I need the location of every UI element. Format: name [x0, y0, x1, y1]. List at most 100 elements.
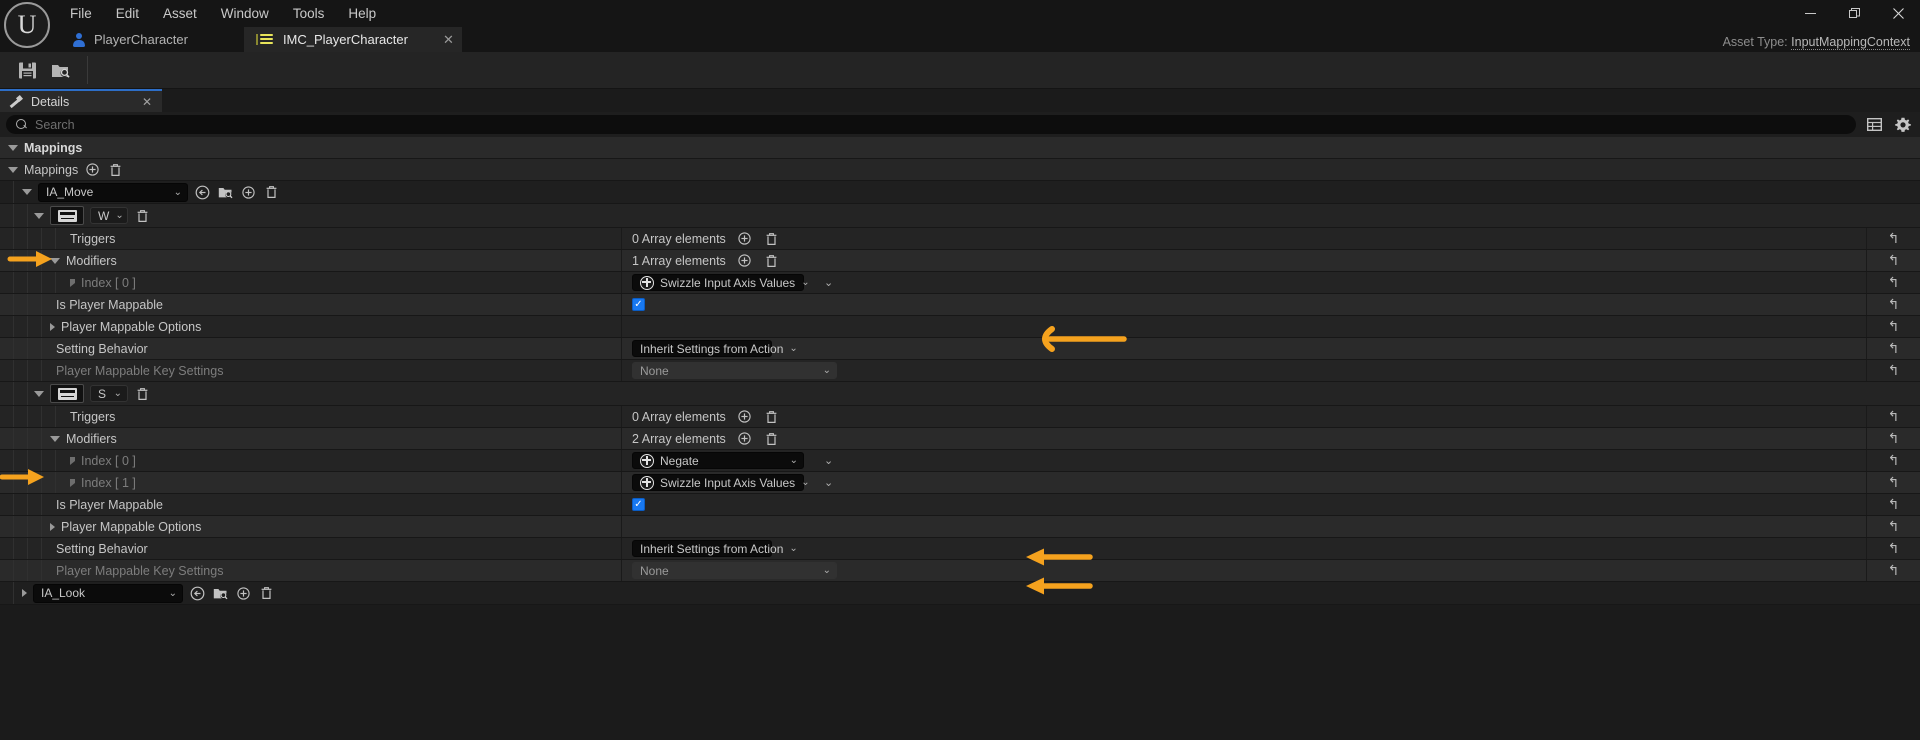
open-asset-button[interactable]: [212, 585, 229, 602]
setting-behavior-selector[interactable]: Inherit Settings from Action ⌄: [632, 340, 798, 357]
browse-content-button[interactable]: [44, 55, 78, 85]
triggers-row[interactable]: Triggers 0 Array elements ↰: [0, 228, 1920, 250]
setting-behavior-selector[interactable]: Inherit Settings from Action ⌄: [632, 540, 798, 557]
modifier-dropdown-button[interactable]: ⌄: [824, 276, 833, 289]
is-player-mappable-row[interactable]: Is Player Mappable ✓ ↰: [0, 294, 1920, 316]
modifier-index-0-b[interactable]: Index [ 0 ] Negate ⌄ ⌄ ↰: [0, 450, 1920, 472]
is-player-mappable-row-2[interactable]: Is Player Mappable ✓ ↰: [0, 494, 1920, 516]
asset-type-value[interactable]: InputMappingContext: [1791, 35, 1910, 50]
modifier-class-selector[interactable]: Negate ⌄: [632, 452, 804, 469]
revert-button[interactable]: ↰: [1866, 516, 1920, 537]
menu-file[interactable]: File: [58, 3, 104, 24]
save-button[interactable]: [10, 55, 44, 85]
tab-details[interactable]: Details ✕: [0, 89, 162, 112]
is-player-mappable-checkbox[interactable]: ✓: [632, 298, 645, 311]
array-header-mappings[interactable]: Mappings: [0, 159, 1920, 181]
key-selector-s[interactable]: S ⌄: [90, 385, 128, 402]
revert-button[interactable]: ↰: [1866, 294, 1920, 315]
modifier-class-selector[interactable]: Swizzle Input Axis Values ⌄: [632, 274, 810, 291]
key-selector-w[interactable]: W ⌄: [90, 207, 128, 224]
setting-behavior-row-2[interactable]: Setting Behavior Inherit Settings from A…: [0, 538, 1920, 560]
delete-mapping-entry-button[interactable]: [258, 585, 275, 602]
chevron-right-icon[interactable]: [70, 278, 75, 287]
clear-mappings-button[interactable]: [107, 161, 124, 178]
browse-to-asset-button[interactable]: [194, 184, 211, 201]
ia-look-asset-row[interactable]: IA_Look ⌄: [0, 582, 1920, 605]
revert-button[interactable]: ↰: [1866, 360, 1920, 381]
revert-button[interactable]: ↰: [1866, 250, 1920, 271]
add-mapping-entry-button[interactable]: [235, 585, 252, 602]
settings-button[interactable]: [1892, 114, 1914, 136]
is-player-mappable-checkbox[interactable]: ✓: [632, 498, 645, 511]
modifier-index-1-b[interactable]: Index [ 1 ] Swizzle Input Axis Values ⌄ …: [0, 472, 1920, 494]
revert-button[interactable]: ↰: [1866, 338, 1920, 359]
player-mappable-options-row-2[interactable]: Player Mappable Options ↰: [0, 516, 1920, 538]
details-tab-close-button[interactable]: ✕: [142, 95, 152, 109]
chevron-right-icon[interactable]: [70, 456, 75, 465]
menu-edit[interactable]: Edit: [104, 3, 151, 24]
add-mapping-button[interactable]: [84, 161, 101, 178]
menu-window[interactable]: Window: [209, 3, 281, 24]
category-mappings[interactable]: Mappings: [0, 137, 1920, 159]
minimize-button[interactable]: [1788, 0, 1832, 27]
clear-triggers-button[interactable]: [763, 408, 780, 425]
tab-close-button[interactable]: ✕: [443, 32, 454, 48]
tab-player-character[interactable]: PlayerCharacter: [58, 27, 202, 52]
view-options-button[interactable]: [1863, 114, 1885, 136]
key-capture-button[interactable]: [50, 384, 84, 403]
browse-to-asset-button[interactable]: [189, 585, 206, 602]
chevron-down-icon[interactable]: [22, 189, 32, 195]
chevron-down-icon[interactable]: [8, 166, 18, 173]
modifier-dropdown-button[interactable]: ⌄: [824, 454, 833, 467]
input-action-selector[interactable]: IA_Look ⌄: [33, 583, 183, 603]
revert-button[interactable]: ↰: [1866, 472, 1920, 493]
delete-mapping-entry-button[interactable]: [263, 184, 280, 201]
menu-tools[interactable]: Tools: [281, 3, 337, 24]
chevron-down-icon[interactable]: [50, 435, 60, 442]
triggers-row-2[interactable]: Triggers 0 Array elements ↰: [0, 406, 1920, 428]
maximize-button[interactable]: [1832, 0, 1876, 27]
chevron-right-icon[interactable]: [50, 322, 55, 331]
key-binding-s[interactable]: S ⌄: [0, 382, 1920, 406]
revert-button[interactable]: ↰: [1866, 228, 1920, 249]
clear-modifiers-button[interactable]: [763, 430, 780, 447]
revert-button[interactable]: ↰: [1866, 406, 1920, 427]
delete-key-binding-button[interactable]: [134, 207, 151, 224]
tab-imc-player-character[interactable]: IMC_PlayerCharacter ✕: [243, 27, 462, 52]
chevron-down-icon[interactable]: [8, 144, 18, 151]
chevron-down-icon[interactable]: [50, 257, 60, 264]
chevron-right-icon[interactable]: [50, 522, 55, 531]
menu-help[interactable]: Help: [336, 3, 388, 24]
add-mapping-entry-button[interactable]: [240, 184, 257, 201]
delete-key-binding-button[interactable]: [134, 385, 151, 402]
chevron-down-icon[interactable]: [34, 212, 44, 219]
revert-button[interactable]: ↰: [1866, 316, 1920, 337]
search-input[interactable]: Search: [6, 115, 1856, 134]
modifiers-row-2[interactable]: Modifiers 2 Array elements ↰: [0, 428, 1920, 450]
modifier-index-0[interactable]: Index [ 0 ] Swizzle Input Axis Values ⌄ …: [0, 272, 1920, 294]
open-asset-button[interactable]: [217, 184, 234, 201]
revert-button[interactable]: ↰: [1866, 538, 1920, 559]
input-action-selector[interactable]: IA_Move ⌄: [38, 182, 188, 202]
add-modifier-button[interactable]: [736, 252, 753, 269]
ia-move-asset-row[interactable]: IA_Move ⌄: [0, 181, 1920, 204]
revert-button[interactable]: ↰: [1866, 428, 1920, 449]
modifier-dropdown-button[interactable]: ⌄: [824, 476, 833, 489]
chevron-down-icon[interactable]: [34, 390, 44, 397]
chevron-right-icon[interactable]: [22, 589, 27, 597]
clear-modifiers-button[interactable]: [763, 252, 780, 269]
add-trigger-button[interactable]: [736, 230, 753, 247]
revert-button[interactable]: ↰: [1866, 272, 1920, 293]
revert-button[interactable]: ↰: [1866, 494, 1920, 515]
chevron-right-icon[interactable]: [70, 478, 75, 487]
player-mappable-options-row[interactable]: Player Mappable Options ↰: [0, 316, 1920, 338]
revert-button[interactable]: ↰: [1866, 560, 1920, 581]
menu-asset[interactable]: Asset: [151, 3, 209, 24]
clear-triggers-button[interactable]: [763, 230, 780, 247]
modifiers-row[interactable]: Modifiers 1 Array elements ↰: [0, 250, 1920, 272]
revert-button[interactable]: ↰: [1866, 450, 1920, 471]
add-modifier-button[interactable]: [736, 430, 753, 447]
setting-behavior-row[interactable]: Setting Behavior Inherit Settings from A…: [0, 338, 1920, 360]
add-trigger-button[interactable]: [736, 408, 753, 425]
key-capture-button[interactable]: [50, 206, 84, 225]
